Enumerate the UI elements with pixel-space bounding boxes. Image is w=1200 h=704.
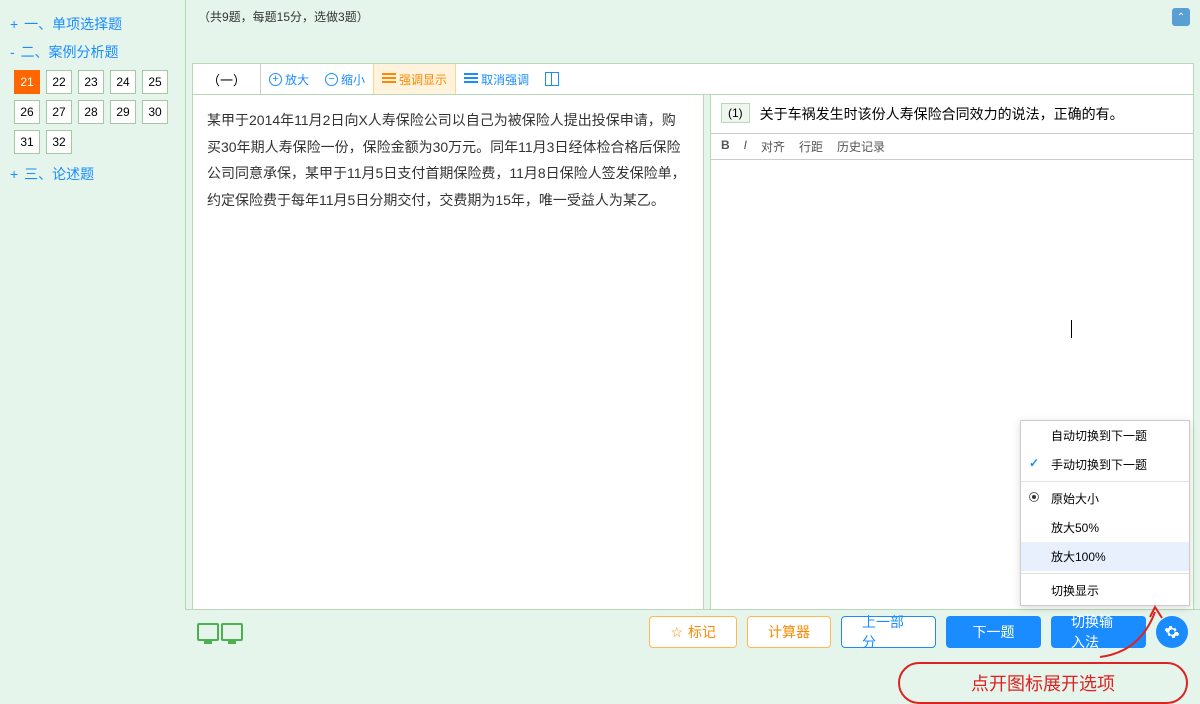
- minus-icon: −: [325, 73, 338, 86]
- passage-text: 某甲于2014年11月2日向X人寿保险公司以自己为被保险人提出投保申请，购买30…: [192, 95, 704, 650]
- passage-toolbar: （一） +放大 −缩小 强调显示 取消强调: [192, 63, 1194, 95]
- group-label: （一）: [193, 64, 261, 94]
- qnum-32[interactable]: 32: [46, 130, 72, 154]
- text-cursor: [1071, 320, 1072, 338]
- popup-manual-next[interactable]: ✓手动切换到下一题: [1021, 450, 1189, 479]
- popup-toggle-display[interactable]: 切换显示: [1021, 576, 1189, 605]
- editor-toolbar: B I 对齐 行距 历史记录: [711, 133, 1193, 160]
- align-button[interactable]: 对齐: [761, 138, 785, 155]
- star-icon: ☆: [670, 624, 683, 641]
- expand-icon: +: [10, 16, 18, 32]
- split-view-button[interactable]: [537, 64, 567, 94]
- qnum-21[interactable]: 21: [14, 70, 40, 94]
- popup-zoom-100[interactable]: 放大100%: [1021, 542, 1189, 571]
- line-height-button[interactable]: 行距: [799, 138, 823, 155]
- qnum-22[interactable]: 22: [46, 70, 72, 94]
- calculator-button[interactable]: 计算器: [747, 616, 831, 648]
- radio-icon: [1029, 492, 1039, 502]
- gear-icon: [1164, 624, 1180, 640]
- list-icon: [382, 73, 396, 85]
- plus-icon: +: [269, 73, 282, 86]
- qnum-27[interactable]: 27: [46, 100, 72, 124]
- popup-orig-size[interactable]: 原始大小: [1021, 484, 1189, 513]
- qnum-23[interactable]: 23: [78, 70, 104, 94]
- split-icon: [545, 72, 559, 86]
- prev-section-button[interactable]: 上一部分: [841, 616, 936, 648]
- qnum-25[interactable]: 25: [142, 70, 168, 94]
- list-icon: [464, 73, 478, 85]
- qnum-30[interactable]: 30: [142, 100, 168, 124]
- popup-auto-next[interactable]: 自动切换到下一题: [1021, 421, 1189, 450]
- section-single-choice[interactable]: + 一、单项选择题: [10, 14, 175, 34]
- qnum-24[interactable]: 24: [110, 70, 136, 94]
- section-essay[interactable]: + 三、论述题: [10, 164, 175, 184]
- footer-bar: ☆标记 计算器 上一部分 下一题 切换输入法: [185, 609, 1200, 654]
- settings-gear-button[interactable]: [1156, 616, 1188, 648]
- subquestion-text: 关于车祸发生时该份人寿保险合同效力的说法，正确的有。: [760, 103, 1183, 125]
- sidebar: + 一、单项选择题 - 二、案例分析题 21 22 23 24 25 26 27…: [0, 0, 185, 650]
- popup-zoom-50[interactable]: 放大50%: [1021, 513, 1189, 542]
- switch-ime-button[interactable]: 切换输入法: [1051, 616, 1146, 648]
- network-status-icon: [197, 623, 243, 641]
- bold-button[interactable]: B: [721, 138, 730, 155]
- subquestion-number: (1): [721, 103, 750, 123]
- highlight-button[interactable]: 强调显示: [373, 64, 456, 94]
- check-icon: ✓: [1029, 456, 1039, 470]
- question-grid: 21 22 23 24 25 26 27 28 29 30 31 32: [10, 70, 175, 154]
- qnum-29[interactable]: 29: [110, 100, 136, 124]
- section-info: （共9题，每题15分，选做3题）: [186, 0, 1200, 33]
- qnum-26[interactable]: 26: [14, 100, 40, 124]
- qnum-31[interactable]: 31: [14, 130, 40, 154]
- unhighlight-button[interactable]: 取消强调: [456, 64, 537, 94]
- annotation-label: 点开图标展开选项: [898, 662, 1188, 704]
- settings-popup: 自动切换到下一题 ✓手动切换到下一题 原始大小 放大50% 放大100% 切换显…: [1020, 420, 1190, 606]
- qnum-28[interactable]: 28: [78, 100, 104, 124]
- zoom-out-button[interactable]: −缩小: [317, 64, 373, 94]
- mark-button[interactable]: ☆标记: [649, 616, 737, 648]
- history-button[interactable]: 历史记录: [837, 138, 885, 155]
- collapse-panel-icon[interactable]: ⌃: [1172, 8, 1190, 26]
- section-case-analysis[interactable]: - 二、案例分析题: [10, 42, 175, 62]
- next-question-button[interactable]: 下一题: [946, 616, 1041, 648]
- expand-icon: +: [10, 166, 18, 182]
- zoom-in-button[interactable]: +放大: [261, 64, 317, 94]
- collapse-icon: -: [10, 44, 15, 60]
- italic-button[interactable]: I: [744, 138, 747, 155]
